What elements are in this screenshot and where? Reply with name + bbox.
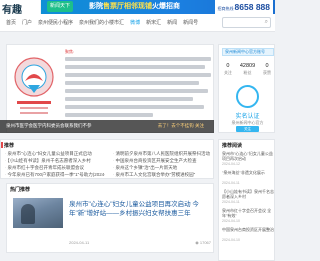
- article-title[interactable]: 泉州市"心连心"妇女儿童公益项目再次启动 今年"新"增好站——乡村振兴妇女帮扶惠…: [69, 200, 211, 218]
- caption-right[interactable]: 去了！去个不挂钩 关注: [158, 123, 204, 129]
- ad-banner[interactable]: 新闻天下 影院售票厅相邻现铺火爆招商 招商热线8658 888: [41, 0, 275, 14]
- banner-text-highlight: 售票厅相邻现铺: [103, 3, 152, 10]
- featured-article[interactable]: 热门推荐 泉州市"心连心"妇女儿童公益项目再次启动 今年"新"增好站——乡村振兴…: [6, 183, 214, 253]
- article-views-count: 17067: [199, 240, 211, 245]
- list-item[interactable]: 泉州市工人文化宫联合举办"劳模进校园": [113, 172, 211, 178]
- search-icon[interactable]: ⌕: [265, 19, 268, 26]
- list-item[interactable]: 【小山娃有书读】泉州千名志愿者深入乡村: [222, 189, 274, 199]
- recommended-panel: 推荐阅读 泉州市"心连心"妇女儿童公益项目再次启动 2024-04-12 "泉州…: [218, 139, 275, 261]
- nav-item-weibo[interactable]: 微博: [130, 19, 140, 26]
- list-item[interactable]: 泉州市"心连心"妇女儿童公益项目再次启动: [222, 151, 274, 161]
- stat-fans-num: 42809: [239, 63, 256, 69]
- nav-item-newsaccount[interactable]: 新闻号: [183, 19, 198, 26]
- banner-text-post: 火爆招商: [152, 3, 180, 10]
- site-logo[interactable]: 有趣: [0, 0, 40, 16]
- nav-menu: 首页 门户 泉州便民小程序 泉州我们的小楼市汇 微博 新宋汇 新闻 新闻号: [0, 14, 198, 31]
- stat-likes-label: 获赞: [263, 70, 272, 75]
- banner-phone: 招商热线8658 888: [214, 0, 273, 14]
- stat-fans[interactable]: 42809 粉丝: [240, 63, 255, 76]
- profile-stats: 0 关注 42809 粉丝 0 获赞: [220, 63, 275, 76]
- stat-follow-label: 关注: [223, 70, 232, 75]
- list-item-date: 2024-04-12: [222, 162, 240, 166]
- stat-likes-num: 0: [265, 63, 269, 69]
- nav-bar: 首页 门户 泉州便民小程序 泉州我们的小楼市汇 微博 新宋汇 新闻 新闻号 ⌕: [0, 14, 275, 32]
- search-input[interactable]: ⌕: [222, 17, 271, 28]
- article-thumbnail[interactable]: [13, 198, 63, 228]
- stat-fans-label: 粉丝: [243, 70, 252, 75]
- follow-button[interactable]: 关注: [236, 126, 259, 132]
- card-tag: 聚焦:: [65, 49, 75, 54]
- list-item-date: 2024-04-11: [222, 200, 240, 204]
- list-item[interactable]: "泉州海丝"非遗文化展示: [222, 170, 274, 175]
- list-item[interactable]: 中国泉州台商投资区开展整治: [222, 227, 274, 232]
- profile-card: 泉州新闻中心官方账号 0 关注 42809 粉丝 0 获赞 实名认证 泉州新闻中心官方…: [218, 44, 275, 133]
- article-section-title: 热门推荐: [10, 187, 31, 193]
- banner-text: 影院售票厅相邻现铺火爆招商: [89, 0, 180, 14]
- caption-left: 泉州市医学会医学内科委员会联系我们不参: [6, 123, 92, 128]
- emblem-icon: [14, 57, 54, 114]
- news-block-title: 推荐: [0, 142, 15, 149]
- card-caption-bar[interactable]: 泉州市医学会医学内科委员会联系我们不参 去了！去个不挂钩 关注: [0, 120, 214, 133]
- nav-item-xinsong[interactable]: 新宋汇: [146, 19, 161, 26]
- list-item[interactable]: 中国泉州台商投资区开展安全生产大检查: [113, 158, 211, 164]
- banner-badge: 新闻天下: [47, 1, 74, 12]
- list-item-date: 2024-04-11: [222, 181, 240, 185]
- banner-phone-number: 8658 888: [234, 2, 270, 12]
- article-date: 2024-04-11: [69, 240, 90, 245]
- list-item[interactable]: 泉州市"心连心"妇女儿童公益项目正式启动: [5, 151, 105, 157]
- list-item[interactable]: 今年泉州已有700户家庭获得一季"1"号助力(2024-04-15): [5, 172, 106, 178]
- verified-badge-icon: [236, 85, 259, 108]
- nav-item-portal[interactable]: 门户: [22, 19, 32, 26]
- list-item[interactable]: 清明前夕泉州市第八人民医院组织开展祭扫活动: [113, 151, 211, 157]
- list-item[interactable]: 泉州市红十字会召开会议 全年"有效": [222, 208, 274, 218]
- list-item-date: 2024-04-10: [222, 238, 240, 242]
- banner-text-pre: 影院: [89, 3, 103, 10]
- stat-follow[interactable]: 0 关注: [224, 63, 232, 76]
- article-views: ◉ 17067: [195, 240, 211, 245]
- nav-item-home[interactable]: 首页: [6, 19, 16, 26]
- profile-top-banner[interactable]: 泉州新闻中心官方账号: [222, 48, 274, 56]
- list-item[interactable]: 泉州市红十字会召开青年成长联盟会议: [5, 165, 105, 171]
- nav-item-property[interactable]: 泉州我们的小楼市汇: [79, 19, 124, 26]
- recommended-title: 推荐阅读: [222, 143, 243, 149]
- banner-phone-label: 招商热线: [217, 6, 234, 11]
- list-item-date: 2024-04-10: [222, 219, 240, 223]
- stat-likes[interactable]: 0 获赞: [263, 63, 271, 76]
- stat-follow-num: 0: [226, 63, 230, 69]
- list-item[interactable]: 泉州这个乡镇"治"出一片新天地: [113, 165, 211, 171]
- list-item[interactable]: 【小山娃有书读】泉州千名志愿者深入乡村: [5, 158, 105, 164]
- news-list-block: 推荐 泉州市"心连心"妇女儿童公益项目正式启动 【小山娃有书读】泉州千名志愿者深…: [0, 139, 214, 179]
- verify-title: 实名认证: [235, 114, 260, 120]
- card-text-lines: [65, 57, 211, 121]
- article-meta: 2024-04-11 ◉ 17067: [69, 240, 211, 245]
- nav-item-miniapp[interactable]: 泉州便民小程序: [38, 19, 73, 26]
- nav-item-news[interactable]: 新闻: [167, 19, 177, 26]
